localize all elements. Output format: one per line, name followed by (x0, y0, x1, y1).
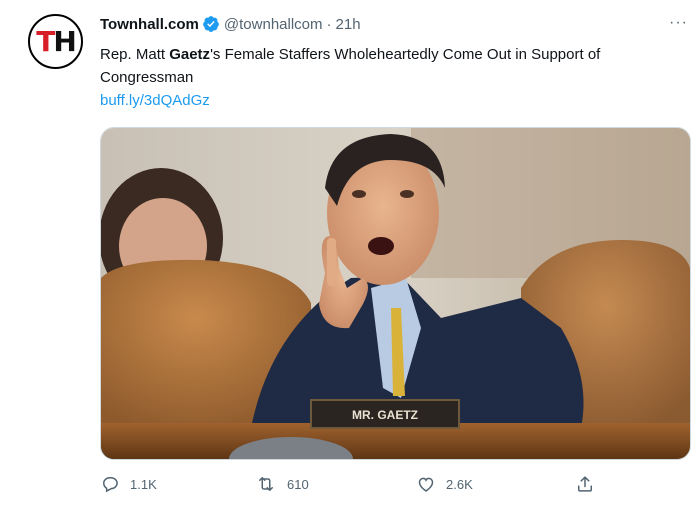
text-prefix: Rep. Matt (100, 46, 170, 63)
verified-badge-icon (202, 15, 220, 33)
tweet-text: Rep. Matt Gaetz's Female Staffers Wholeh… (100, 43, 690, 89)
nameplate-text: MR. GAETZ (352, 408, 418, 422)
tweet-header: Townhall.com @townhallcom · 21h (100, 15, 361, 33)
more-icon[interactable]: ··· (669, 14, 688, 32)
share-button[interactable] (575, 474, 595, 494)
tweet-link[interactable]: buff.ly/3dQAdGz (100, 92, 210, 109)
reply-icon (102, 477, 118, 493)
separator-dot: · (326, 15, 332, 33)
action-bar: 1.1K 610 2.6K (100, 474, 610, 502)
reply-count: 1.1K (130, 476, 157, 492)
tweet-photo[interactable]: MR. GAETZ (100, 127, 691, 460)
timestamp[interactable]: 21h (336, 16, 361, 33)
handle[interactable]: @townhallcom (224, 16, 323, 33)
avatar[interactable]: TH (28, 14, 83, 69)
reply-button[interactable]: 1.1K (100, 474, 157, 494)
townhall-logo: TH (36, 24, 77, 58)
retweet-count: 610 (287, 476, 309, 492)
retweet-icon (259, 477, 273, 491)
like-button[interactable]: 2.6K (416, 474, 473, 494)
like-count: 2.6K (446, 476, 473, 492)
text-highlight: Gaetz (169, 46, 211, 63)
like-icon (418, 477, 434, 492)
display-name[interactable]: Townhall.com (100, 16, 199, 33)
photo-illustration: MR. GAETZ (101, 128, 690, 459)
tweet[interactable]: TH Townhall.com @townhallcom · 21h ··· R… (0, 0, 700, 513)
logo-letter-t: T (36, 24, 55, 58)
logo-letter-h: H (53, 24, 76, 58)
share-icon (578, 476, 592, 492)
retweet-button[interactable]: 610 (255, 474, 309, 494)
